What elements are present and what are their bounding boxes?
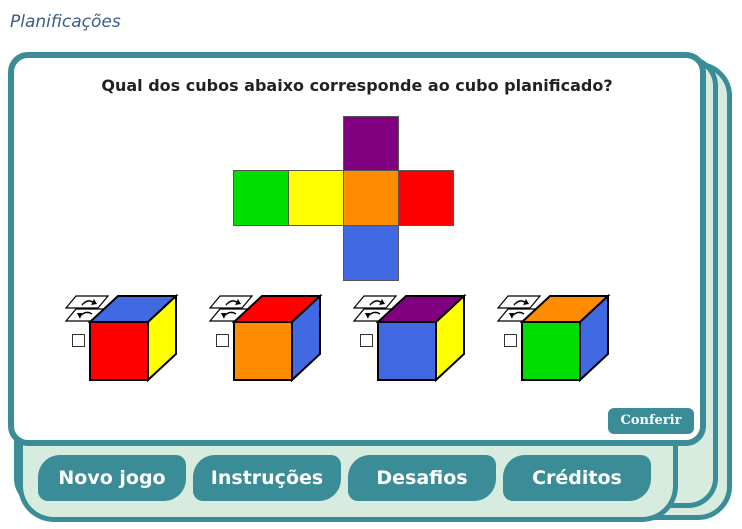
net-face-top (343, 116, 399, 172)
cube (232, 294, 323, 383)
cube-front-face (89, 321, 149, 381)
new-game-tab[interactable]: Novo jogo (38, 455, 186, 501)
cube-front-face (377, 321, 437, 381)
net-face-bottom (343, 225, 399, 281)
question-text: Qual dos cubos abaixo corresponde ao cub… (101, 76, 613, 95)
cube (520, 294, 611, 383)
credits-tab[interactable]: Créditos (503, 455, 651, 501)
cube-front-face (521, 321, 581, 381)
option-checkbox[interactable] (72, 334, 85, 347)
cube-front-face (233, 321, 293, 381)
net-face-1 (233, 170, 289, 226)
challenges-tab[interactable]: Desafios (348, 455, 496, 501)
game-panel: Qual dos cubos abaixo corresponde ao cub… (8, 52, 706, 446)
confirm-button[interactable]: Conferir (608, 408, 694, 434)
net-face-3 (343, 170, 399, 226)
cube (376, 294, 467, 383)
bottom-nav: Novo jogo Instruções Desafios Créditos (38, 455, 651, 501)
option-checkbox[interactable] (504, 334, 517, 347)
cube (88, 294, 179, 383)
net-face-2 (288, 170, 344, 226)
page-title: Planificações (10, 12, 121, 32)
instructions-tab[interactable]: Instruções (193, 455, 341, 501)
option-checkbox[interactable] (216, 334, 229, 347)
option-checkbox[interactable] (360, 334, 373, 347)
net-face-4 (398, 170, 454, 226)
